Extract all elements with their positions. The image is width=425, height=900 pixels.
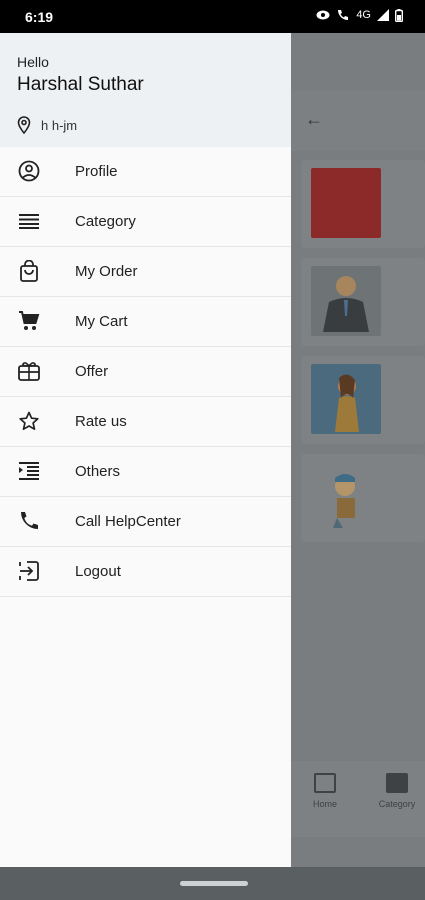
user-name: Harshal Suthar [17,74,144,95]
shopping-bag-icon [18,260,40,282]
product-thumbnail [311,266,381,336]
product-thumbnail [311,168,381,238]
location-pin-icon [17,116,31,134]
eye-icon [316,10,330,20]
grid-icon [386,773,408,793]
account-circle-icon [18,160,40,182]
logout-icon [18,560,40,582]
nav-category-label: Category [378,799,416,809]
menu-label: Logout [75,563,121,580]
menu-label: Category [75,213,136,230]
product-thumbnail [311,462,381,532]
menu-item-category[interactable]: Category [0,197,291,247]
location-text: h h-jm [41,117,78,133]
format-indent-icon [18,460,40,482]
navigation-drawer: Hello Harshal Suthar h h-jm Profile Cate… [0,33,291,867]
menu-item-my-cart[interactable]: My Cart [0,297,291,347]
menu-item-logout[interactable]: Logout [0,547,291,597]
star-icon [18,410,40,432]
signal-icon [377,9,389,21]
product-thumbnail [311,364,381,434]
gift-card-icon [18,360,40,382]
product-card [301,160,425,248]
nav-category: Category [367,773,425,809]
menu-label: Profile [75,163,118,180]
status-bar: 6:19 4G [0,0,425,33]
menu-label: My Order [75,263,138,280]
network-type: 4G [356,9,371,21]
menu-label: Offer [75,363,109,380]
back-arrow-icon: ← [305,109,323,129]
menu-item-my-order[interactable]: My Order [0,247,291,297]
menu-item-profile[interactable]: Profile [0,147,291,197]
product-card [301,258,425,346]
product-card [301,454,425,542]
menu-label: Rate us [75,413,127,430]
greeting-text: Hello [17,54,49,70]
home-gesture-handle[interactable] [180,881,248,886]
nav-home-label: Home [312,799,337,809]
background-bottom-nav: Home Category [291,761,425,837]
menu-item-others[interactable]: Others [0,447,291,497]
menu-item-rate-us[interactable]: Rate us [0,397,291,447]
drawer-header: Hello Harshal Suthar h h-jm [0,33,291,147]
location-row[interactable]: h h-jm [17,116,77,134]
battery-icon [395,8,403,22]
status-icons: 4G [316,8,403,22]
list-lines-icon [18,210,40,232]
gesture-nav-bar [0,867,425,900]
background-app: ← Home Category [291,33,425,867]
menu-label: Call HelpCenter [75,513,181,530]
product-card [301,356,425,444]
status-time: 6:19 [25,9,54,25]
menu-label: Others [75,463,121,480]
menu-label: My Cart [75,313,128,330]
store-icon [314,773,336,793]
menu-item-offer[interactable]: Offer [0,347,291,397]
drawer-menu: Profile Category My Order My Cart Offer [0,147,291,597]
wifi-call-icon [338,10,349,20]
phone-icon [18,510,40,532]
background-appbar: ← [291,91,425,151]
menu-item-call-helpcenter[interactable]: Call HelpCenter [0,497,291,547]
nav-home: Home [295,773,355,809]
cart-icon [18,310,40,332]
